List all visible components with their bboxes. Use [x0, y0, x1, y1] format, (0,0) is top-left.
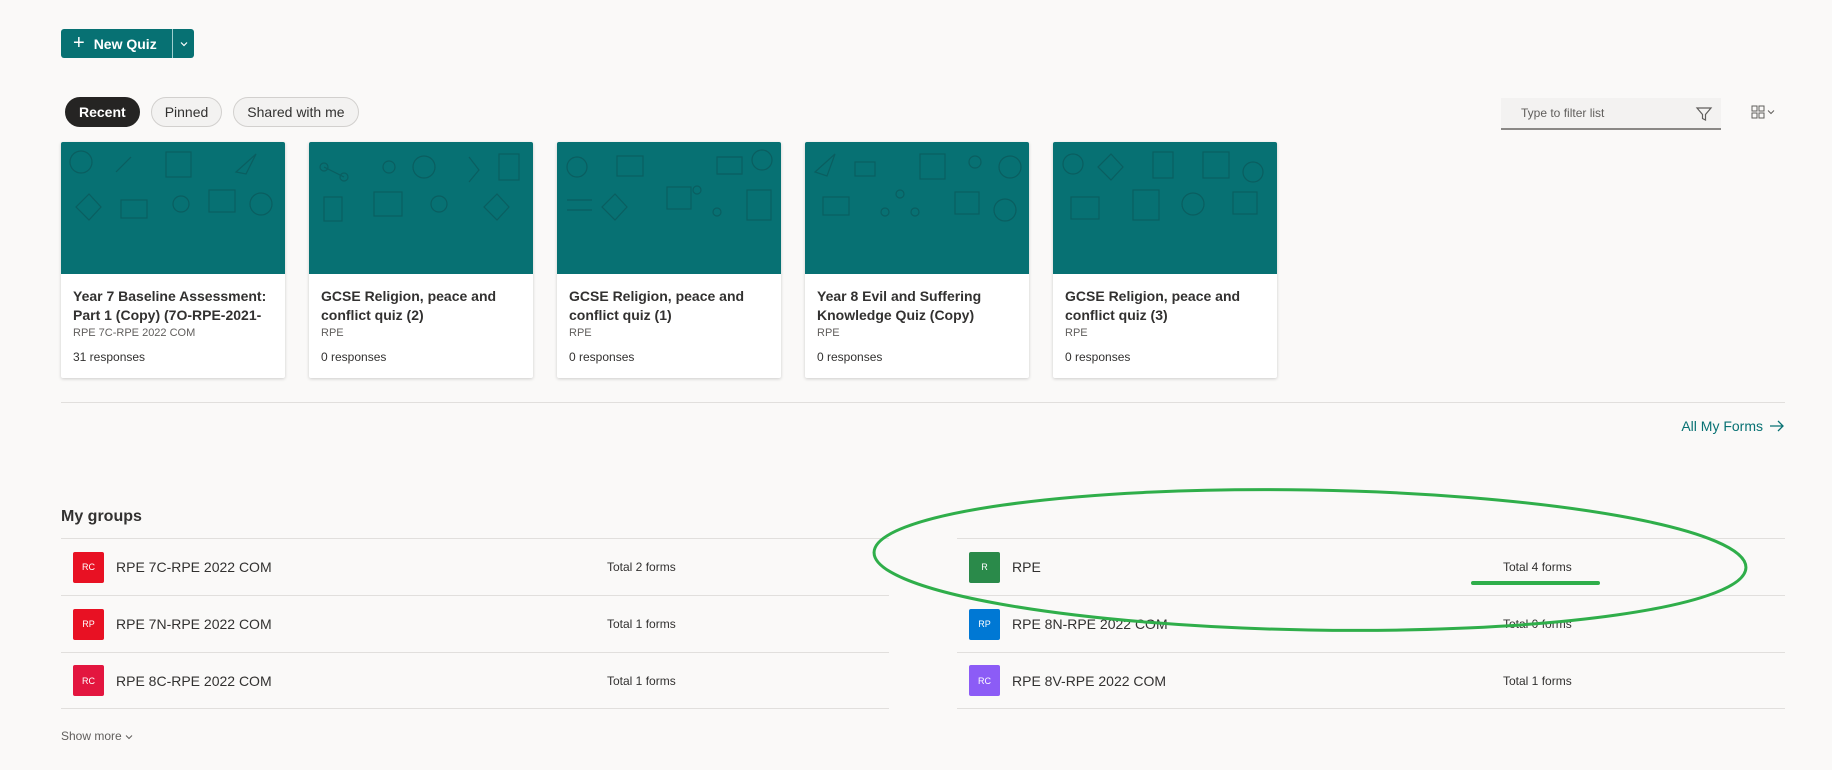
- group-avatar: RP: [969, 608, 1000, 640]
- card-title: Year 8 Evil and Suffering Knowledge Quiz…: [817, 288, 982, 323]
- card-title: GCSE Religion, peace and conflict quiz (…: [569, 288, 745, 323]
- card-responses: 0 responses: [569, 350, 635, 364]
- tab-recent[interactable]: Recent: [65, 97, 140, 127]
- card-banner: [61, 142, 285, 274]
- card-group: RPE 7C-RPE 2022 COM: [73, 327, 196, 339]
- card-banner: [1053, 142, 1277, 274]
- pattern-icon: [1062, 151, 1264, 221]
- form-card[interactable]: GCSE Religion, peace and conflict quiz (…: [1053, 142, 1277, 378]
- new-quiz-button[interactable]: + New Quiz: [61, 29, 172, 58]
- form-card[interactable]: Year 7 Baseline Assessment: Part 1 (Copy…: [61, 142, 285, 378]
- group-form-count: Total 1 forms: [607, 617, 676, 631]
- view-tabs: Recent Pinned Shared with me: [65, 97, 359, 127]
- all-my-forms-label: All My Forms: [1681, 418, 1763, 434]
- plus-icon: +: [73, 31, 85, 54]
- view-toggle[interactable]: [1751, 105, 1775, 119]
- group-row[interactable]: RC RPE 8C-RPE 2022 COM Total 1 forms: [61, 652, 889, 709]
- group-row[interactable]: RC RPE 7C-RPE 2022 COM Total 2 forms: [61, 538, 889, 595]
- card-group: RPE: [321, 327, 344, 339]
- group-name: RPE 8N-RPE 2022 COM: [1012, 616, 1168, 632]
- new-quiz-label: New Quiz: [93, 35, 157, 52]
- tab-pinned[interactable]: Pinned: [150, 97, 223, 127]
- pattern-icon: [319, 153, 520, 222]
- group-avatar: RC: [73, 665, 104, 696]
- all-my-forms-link[interactable]: All My Forms: [1681, 418, 1785, 434]
- group-name: RPE: [1012, 559, 1041, 575]
- group-row[interactable]: R RPE Total 4 forms: [957, 538, 1785, 595]
- filter-icon[interactable]: [1695, 105, 1713, 123]
- group-avatar: RP: [73, 608, 104, 640]
- group-row[interactable]: RP RPE 7N-RPE 2022 COM Total 1 forms: [61, 595, 889, 652]
- group-avatar: RC: [969, 665, 1000, 696]
- my-groups-heading: My groups: [61, 508, 142, 525]
- pattern-icon: [813, 153, 1022, 222]
- grid-view-icon: [1751, 105, 1765, 119]
- card-responses: 31 responses: [73, 350, 146, 364]
- form-card[interactable]: GCSE Religion, peace and conflict quiz (…: [309, 142, 533, 378]
- card-title: GCSE Religion, peace and conflict quiz (…: [1065, 288, 1241, 323]
- group-row[interactable]: RC RPE 8V-RPE 2022 COM Total 1 forms: [957, 652, 1785, 709]
- group-avatar: RC: [73, 551, 104, 583]
- card-responses: 0 responses: [1065, 350, 1131, 364]
- card-group: RPE: [817, 327, 840, 339]
- group-name: RPE 8C-RPE 2022 COM: [116, 672, 272, 689]
- card-group: RPE: [1065, 327, 1088, 339]
- filter-input[interactable]: Type to filter list: [1501, 98, 1721, 130]
- tab-shared-with-me[interactable]: Shared with me: [233, 97, 359, 127]
- section-divider: [61, 402, 1785, 403]
- arrow-right-icon: [1770, 420, 1784, 432]
- card-banner: [309, 142, 533, 274]
- card-title: GCSE Religion, peace and conflict quiz (…: [321, 288, 497, 323]
- group-row[interactable]: RP RPE 8N-RPE 2022 COM Total 0 forms: [957, 595, 1785, 652]
- group-avatar: R: [969, 551, 1000, 583]
- card-banner: [557, 142, 781, 274]
- chevron-down-icon: [1767, 110, 1775, 115]
- group-name: RPE 7C-RPE 2022 COM: [116, 559, 272, 575]
- new-quiz-dropdown-button[interactable]: [172, 29, 194, 58]
- group-name: RPE 8V-RPE 2022 COM: [1012, 672, 1167, 689]
- group-name: RPE 7N-RPE 2022 COM: [116, 616, 272, 632]
- group-form-count: Total 2 forms: [607, 560, 676, 574]
- card-banner: [805, 142, 1029, 274]
- group-form-count: Total 1 forms: [607, 673, 676, 688]
- card-responses: 0 responses: [321, 350, 387, 364]
- new-quiz-split-button: + New Quiz: [61, 29, 194, 58]
- show-more-button[interactable]: Show more: [61, 729, 133, 743]
- form-card[interactable]: Year 8 Evil and Suffering Knowledge Quiz…: [805, 142, 1029, 378]
- form-card[interactable]: GCSE Religion, peace and conflict quiz (…: [557, 142, 781, 378]
- card-group: RPE: [569, 327, 592, 339]
- show-more-label: Show more: [61, 729, 122, 743]
- chevron-down-icon: [180, 41, 187, 46]
- chevron-down-icon: [125, 735, 133, 740]
- pattern-icon: [566, 149, 773, 221]
- filter-placeholder: Type to filter list: [1521, 106, 1605, 120]
- group-form-count: Total 1 forms: [1503, 673, 1572, 688]
- card-responses: 0 responses: [817, 350, 883, 364]
- pattern-icon: [69, 150, 273, 221]
- group-form-count: Total 0 forms: [1503, 617, 1572, 631]
- group-form-count: Total 4 forms: [1503, 560, 1572, 574]
- recent-forms: Year 7 Baseline Assessment: Part 1 (Copy…: [61, 142, 1277, 378]
- card-title: Year 7 Baseline Assessment: Part 1 (Copy…: [73, 288, 267, 323]
